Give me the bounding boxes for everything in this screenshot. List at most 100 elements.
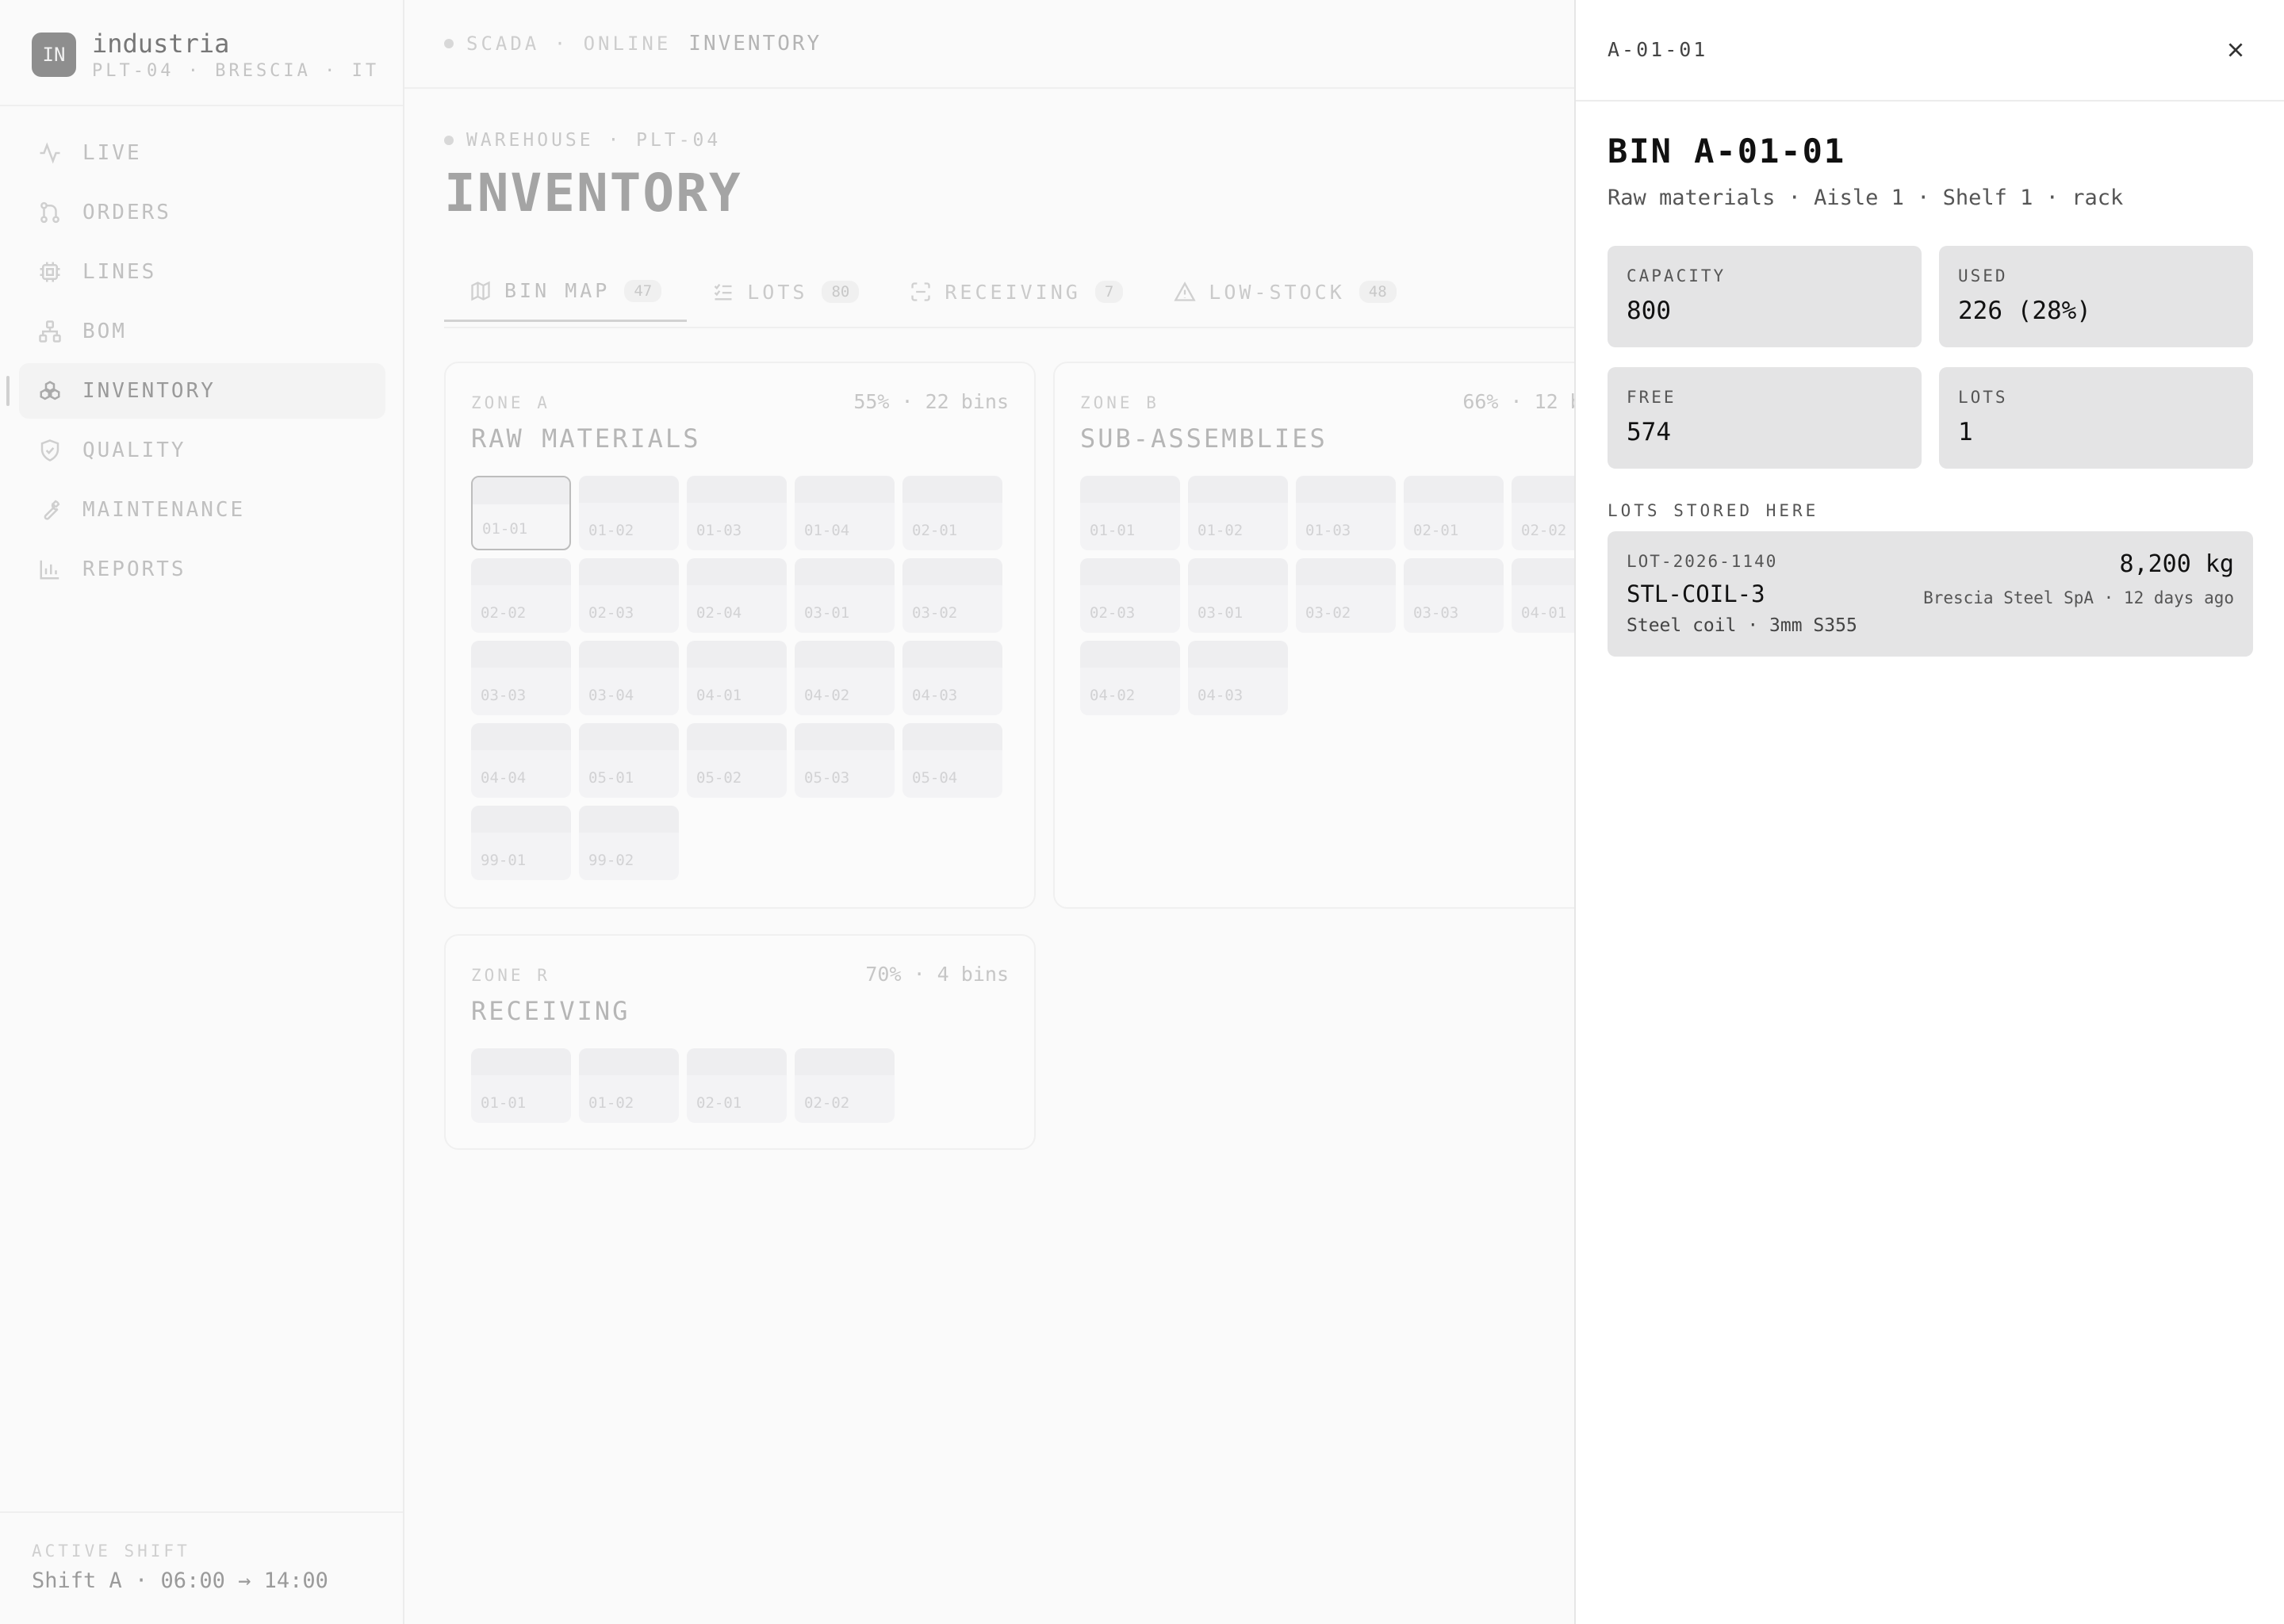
stat-label: CAPACITY xyxy=(1627,266,1726,285)
bin-cell[interactable]: 01-02 xyxy=(579,476,679,550)
bin-cell[interactable]: 99-02 xyxy=(579,806,679,880)
tab-low-stock[interactable]: LOW-STOCK 48 xyxy=(1148,262,1421,322)
plant-location: PLT-04 · BRESCIA · IT xyxy=(92,60,380,81)
bin-fill xyxy=(795,723,895,750)
bin-cell[interactable]: 01-02 xyxy=(1188,476,1288,550)
tab-lots[interactable]: LOTS 80 xyxy=(687,262,884,322)
bin-fill xyxy=(579,806,679,833)
alert-triangle-icon xyxy=(1174,282,1196,301)
bin-cell[interactable]: 02-02 xyxy=(795,1048,895,1123)
bin-cell[interactable]: 02-01 xyxy=(902,476,1002,550)
bin-cell[interactable]: 04-01 xyxy=(1512,558,1574,633)
brand[interactable]: IN industria PLT-04 · BRESCIA · IT xyxy=(32,28,380,81)
bin-cell[interactable]: 04-03 xyxy=(1188,641,1288,715)
bin-cell[interactable]: 04-01 xyxy=(687,641,787,715)
bin-fill xyxy=(579,641,679,668)
bin-code: 02-03 xyxy=(588,604,634,622)
bin-cell[interactable]: 01-04 xyxy=(795,476,895,550)
tab-count-badge: 48 xyxy=(1359,281,1397,303)
bin-cell[interactable]: 02-01 xyxy=(1404,476,1504,550)
bin-cell[interactable]: 03-03 xyxy=(471,641,571,715)
bin-cell[interactable]: 02-01 xyxy=(687,1048,787,1123)
sidebar-item-bom[interactable]: BOM xyxy=(19,304,385,359)
sidebar-nav: LIVE ORDERS LINES BOM INVENTORY QUALITY … xyxy=(6,125,385,601)
tab-receiving[interactable]: RECEIVING 7 xyxy=(884,262,1148,322)
list-checks-icon xyxy=(714,283,732,301)
bin-cell[interactable]: 03-03 xyxy=(1404,558,1504,633)
bin-cell[interactable]: 03-02 xyxy=(902,558,1002,633)
bin-cell[interactable]: 01-01 xyxy=(1080,476,1180,550)
main-content: SCADA · ONLINE INVENTORY WAREHOUSE · PLT… xyxy=(404,0,1574,1624)
sidebar-item-lines[interactable]: LINES xyxy=(19,244,385,300)
bin-cell[interactable]: 01-01 xyxy=(471,476,571,550)
bin-cell[interactable]: 04-03 xyxy=(902,641,1002,715)
bin-fill xyxy=(579,1048,679,1075)
bin-cell[interactable]: 02-02 xyxy=(1512,476,1574,550)
sidebar-item-live[interactable]: LIVE xyxy=(19,125,385,181)
bin-cell[interactable]: 02-04 xyxy=(687,558,787,633)
breadcrumb: WAREHOUSE · PLT-04 xyxy=(444,130,721,151)
topbar-title: INVENTORY xyxy=(688,32,822,56)
bin-code: 01-03 xyxy=(696,522,742,539)
bin-code: 02-02 xyxy=(1521,522,1567,539)
stat-free: FREE 574 xyxy=(1608,367,1922,469)
bin-cell[interactable]: 05-02 xyxy=(687,723,787,798)
brand-name: industria xyxy=(92,28,230,59)
bin-code: 01-02 xyxy=(588,522,634,539)
bin-title: BIN A-01-01 xyxy=(1608,132,1846,170)
bin-fill xyxy=(579,476,679,503)
bin-cell[interactable]: 04-02 xyxy=(1080,641,1180,715)
stat-capacity: CAPACITY 800 xyxy=(1608,246,1922,347)
sidebar-item-label: INVENTORY xyxy=(82,379,216,403)
bin-cell[interactable]: 05-03 xyxy=(795,723,895,798)
stat-value: 1 xyxy=(1958,418,1973,446)
zone-code: ZONE A xyxy=(471,393,550,412)
tab-label: RECEIVING xyxy=(945,280,1081,304)
sidebar-item-maintenance[interactable]: MAINTENANCE xyxy=(19,482,385,538)
bin-cell[interactable]: 05-01 xyxy=(579,723,679,798)
panel-header: A-01-01 xyxy=(1576,0,2284,102)
sidebar-item-label: QUALITY xyxy=(82,439,186,462)
bin-cell[interactable]: 02-03 xyxy=(1080,558,1180,633)
sidebar-item-inventory[interactable]: INVENTORY xyxy=(6,363,385,419)
bin-code: 02-02 xyxy=(804,1094,850,1112)
topbar: SCADA · ONLINE INVENTORY xyxy=(404,0,1574,89)
bin-code: 05-04 xyxy=(912,769,958,787)
bin-fill xyxy=(471,558,571,585)
bin-cell[interactable]: 02-03 xyxy=(579,558,679,633)
zone-a-bins: 01-01 01-02 01-03 01-04 02-01 02-02 02-03 02-04… xyxy=(471,476,1002,880)
bin-cell[interactable]: 04-04 xyxy=(471,723,571,798)
scada-status: SCADA · ONLINE INVENTORY xyxy=(444,32,822,56)
bin-code: 99-01 xyxy=(481,852,527,869)
bin-cell[interactable]: 03-01 xyxy=(1188,558,1288,633)
bin-fill xyxy=(902,723,1002,750)
bin-cell[interactable]: 01-02 xyxy=(579,1048,679,1123)
bin-cell[interactable]: 01-03 xyxy=(687,476,787,550)
sidebar-item-reports[interactable]: REPORTS xyxy=(19,542,385,597)
sidebar-item-orders[interactable]: ORDERS xyxy=(19,185,385,240)
shield-check-icon xyxy=(40,439,59,462)
breadcrumb-text: WAREHOUSE · PLT-04 xyxy=(466,130,722,151)
bin-cell[interactable]: 05-04 xyxy=(902,723,1002,798)
bin-code: 04-01 xyxy=(1521,604,1567,622)
bin-cell[interactable]: 03-04 xyxy=(579,641,679,715)
bin-cell[interactable]: 01-03 xyxy=(1296,476,1396,550)
lot-card[interactable]: LOT-2026-1140 8,200 kg STL-COIL-3 Bresci… xyxy=(1608,531,2253,657)
bin-code: 03-01 xyxy=(804,604,850,622)
bin-cell[interactable]: 02-02 xyxy=(471,558,571,633)
bin-code: 01-04 xyxy=(804,522,850,539)
bin-cell[interactable]: 03-01 xyxy=(795,558,895,633)
bin-cell[interactable]: 04-02 xyxy=(795,641,895,715)
zone-r-bins: 01-01 01-02 02-01 02-02 xyxy=(471,1048,1002,1123)
bin-cell[interactable]: 99-01 xyxy=(471,806,571,880)
boxes-icon xyxy=(40,381,60,400)
tab-label: LOW-STOCK xyxy=(1209,280,1345,304)
bin-cell[interactable]: 01-01 xyxy=(471,1048,571,1123)
tab-bin-map[interactable]: BIN MAP 47 xyxy=(444,262,688,322)
bin-cell[interactable]: 03-02 xyxy=(1296,558,1396,633)
zone-r-card: ZONE R 70% · 4 bins RECEIVING 01-01 01-02… xyxy=(444,934,1036,1150)
sidebar-item-quality[interactable]: QUALITY xyxy=(19,423,385,478)
bin-fill xyxy=(471,723,571,750)
activity-icon xyxy=(40,142,60,164)
close-panel-button[interactable] xyxy=(2219,33,2252,67)
